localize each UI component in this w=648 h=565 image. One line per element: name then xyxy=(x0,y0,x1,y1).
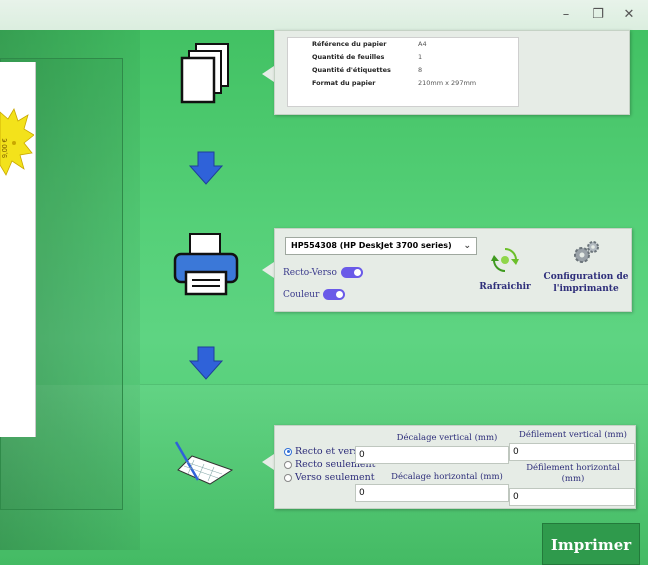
radio-verso-only[interactable]: Verso seulement xyxy=(284,472,375,483)
layout-options-panel: Recto et verso Recto seulement Verso seu… xyxy=(274,425,636,509)
gears-icon xyxy=(574,241,599,263)
color-toggle[interactable] xyxy=(323,289,346,300)
printer-select[interactable]: HP554308 (HP DeskJet 3700 series) ⌄ xyxy=(285,237,477,255)
maximize-button[interactable]: ❐ xyxy=(587,6,609,24)
paper-format-value: 210mm x 297mm xyxy=(418,79,477,87)
vertical-scroll-label: Défilement vertical (mm) xyxy=(519,430,627,440)
layout-panel-pointer xyxy=(262,454,274,470)
horizontal-scroll-label-line1: Défilement horizontal xyxy=(526,463,620,473)
down-arrow-icon xyxy=(188,151,224,185)
table-row: Référence du papier A4 xyxy=(288,38,518,51)
printer-panel: HP554308 (HP DeskJet 3700 series) ⌄ Rect… xyxy=(274,228,632,312)
label-preview-sheet: 9,00 € xyxy=(0,62,36,437)
radio-recto-verso-label: Recto et verso xyxy=(295,446,365,457)
radio-verso-only-label: Verso seulement xyxy=(295,472,375,483)
printer-config-button[interactable]: Configuration de l'imprimante xyxy=(541,239,631,295)
table-row: Format du papier 210mm x 297mm xyxy=(288,77,518,90)
horizontal-offset-label: Décalage horizontal (mm) xyxy=(391,472,503,482)
table-row: Quantité de feuilles 1 xyxy=(288,51,518,64)
duplex-toggle-row: Recto-Verso xyxy=(283,267,363,278)
radio-button[interactable] xyxy=(284,447,292,456)
refresh-icon xyxy=(491,247,519,273)
printer-panel-pointer xyxy=(262,262,274,278)
horizontal-scroll-label-line2: (mm) xyxy=(561,474,585,484)
refresh-button[interactable]: Rafraichir xyxy=(475,247,535,293)
paper-info-table: Référence du papier A4 Quantité de feuil… xyxy=(287,37,519,107)
sheet-quantity-label: Quantité de feuilles xyxy=(312,53,385,61)
horizontal-scroll-input[interactable]: 0 xyxy=(509,488,635,506)
duplex-label: Recto-Verso xyxy=(283,267,337,278)
color-toggle-row: Couleur xyxy=(283,289,346,300)
table-row: Quantité d'étiquettes 8 xyxy=(288,64,518,77)
vertical-offset-label: Décalage vertical (mm) xyxy=(396,433,498,443)
window-titlebar: – ❐ ✕ xyxy=(0,0,648,30)
printer-config-label-line2: l'imprimante xyxy=(553,284,619,294)
paper-stack-icon xyxy=(180,43,229,104)
radio-button[interactable] xyxy=(284,460,292,469)
color-label: Couleur xyxy=(283,289,320,300)
price-sticker-text: 9,00 € xyxy=(2,138,9,158)
printer-config-label-line1: Configuration de xyxy=(543,272,629,282)
horizontal-scroll-label: Défilement horizontal (mm) xyxy=(511,463,635,485)
down-arrow-icon xyxy=(188,346,224,380)
sheet-quantity-value: 1 xyxy=(418,53,423,61)
duplex-toggle[interactable] xyxy=(340,267,363,278)
paper-panel-pointer xyxy=(262,66,274,82)
horizontal-offset-input[interactable]: 0 xyxy=(355,484,509,502)
vertical-scroll-input[interactable]: 0 xyxy=(509,443,635,461)
minimize-button[interactable]: – xyxy=(555,6,577,24)
paper-reference-label: Référence du papier xyxy=(312,40,387,48)
paper-info-panel: Référence du papier A4 Quantité de feuil… xyxy=(274,30,630,115)
printer-select-value: HP554308 (HP DeskJet 3700 series) xyxy=(291,241,452,250)
chevron-down-icon: ⌄ xyxy=(463,241,471,251)
vertical-offset-input[interactable]: 0 xyxy=(355,446,509,464)
paper-format-label: Format du papier xyxy=(312,79,376,87)
label-sheet-icon xyxy=(174,441,234,485)
printer-icon xyxy=(173,233,239,296)
paper-reference-value: A4 xyxy=(418,40,427,48)
radio-recto-verso[interactable]: Recto et verso xyxy=(284,446,364,457)
label-quantity-value: 8 xyxy=(418,66,423,74)
label-quantity-label: Quantité d'étiquettes xyxy=(312,66,391,74)
close-button[interactable]: ✕ xyxy=(618,6,640,24)
radio-button[interactable] xyxy=(284,473,292,482)
scene-floor-line xyxy=(140,384,648,385)
print-button[interactable]: Imprimer xyxy=(542,523,640,565)
refresh-label: Rafraichir xyxy=(479,282,531,292)
